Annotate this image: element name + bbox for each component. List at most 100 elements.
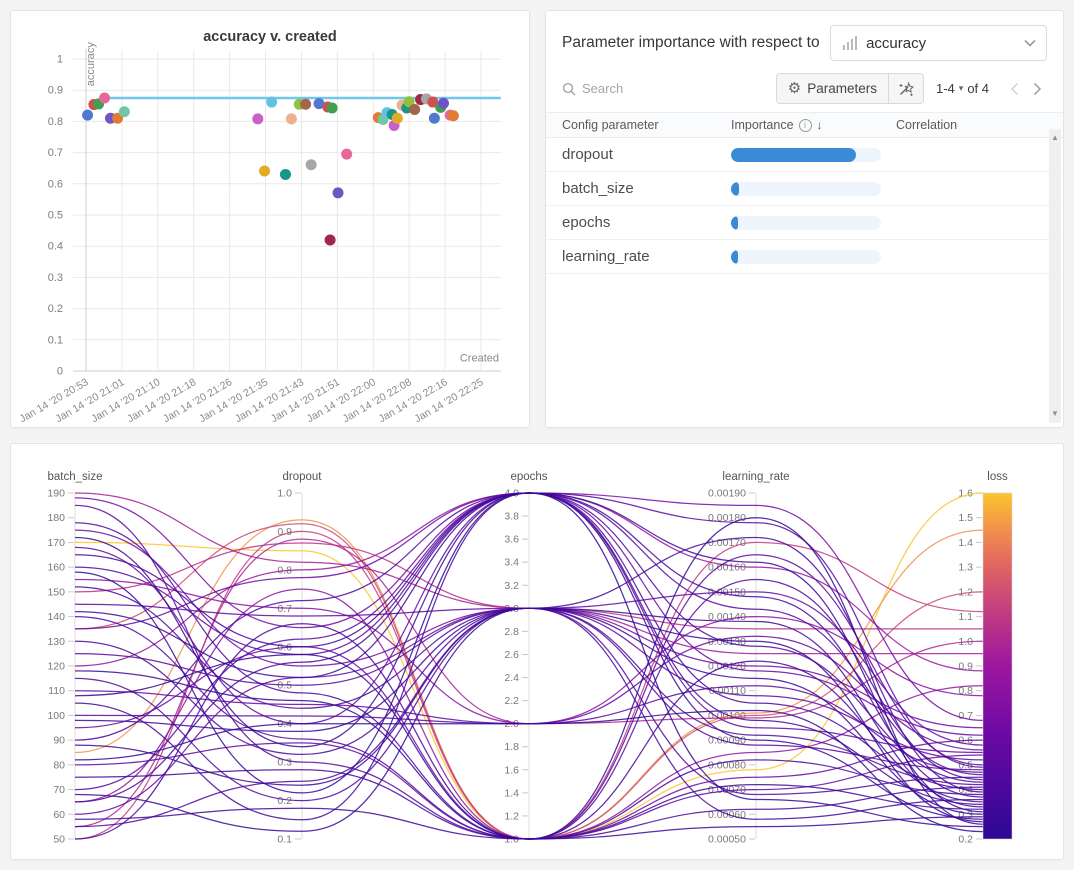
scatter-point[interactable]: [300, 99, 311, 110]
importance-bar: [731, 216, 881, 230]
scatter-point[interactable]: [252, 113, 263, 124]
svg-text:110: 110: [48, 685, 65, 697]
svg-text:0.3: 0.3: [48, 272, 63, 284]
svg-text:accuracy: accuracy: [85, 42, 97, 87]
importance-bar: [731, 148, 881, 162]
svg-text:0.1: 0.1: [277, 834, 292, 846]
search-input[interactable]: [582, 81, 692, 96]
scatter-point[interactable]: [327, 102, 338, 113]
scatter-point[interactable]: [82, 110, 93, 121]
svg-text:0.6: 0.6: [48, 178, 63, 190]
scatter-point[interactable]: [409, 104, 420, 115]
table-row[interactable]: dropout: [546, 138, 1063, 172]
importance-toolbar: ⚙ Parameters 1-4 ▾ of 4: [546, 71, 1063, 112]
svg-text:0.7: 0.7: [277, 603, 292, 615]
svg-text:0.8: 0.8: [48, 116, 63, 128]
svg-text:60: 60: [53, 809, 65, 821]
svg-text:0: 0: [57, 366, 63, 378]
table-row[interactable]: batch_size: [546, 172, 1063, 206]
scatter-point[interactable]: [325, 234, 336, 245]
svg-text:2.2: 2.2: [504, 695, 519, 707]
svg-text:2.4: 2.4: [504, 672, 519, 684]
svg-text:0.9: 0.9: [48, 85, 63, 97]
svg-text:1.5: 1.5: [958, 512, 973, 524]
scroll-up-icon[interactable]: ▲: [1049, 131, 1061, 145]
scatter-point[interactable]: [280, 169, 291, 180]
scatter-point[interactable]: [392, 113, 403, 124]
magic-wand-icon: [898, 81, 914, 97]
search-icon: [562, 82, 576, 96]
svg-text:1.4: 1.4: [504, 787, 519, 799]
info-icon[interactable]: i: [799, 119, 812, 132]
svg-text:0.2: 0.2: [48, 303, 63, 315]
page-range: 1-4: [936, 81, 955, 96]
svg-text:3.4: 3.4: [504, 557, 519, 569]
svg-text:120: 120: [47, 661, 65, 673]
config-parameter-name: batch_size: [546, 180, 731, 197]
sort-desc-icon[interactable]: ↓: [817, 118, 823, 132]
gear-icon: ⚙: [788, 81, 801, 96]
importance-bar: [731, 250, 881, 264]
scatter-point[interactable]: [438, 98, 449, 109]
next-page-chevron[interactable]: [1026, 82, 1049, 96]
svg-text:0.7: 0.7: [48, 147, 63, 159]
page-caret-icon: ▾: [959, 83, 964, 94]
svg-text:160: 160: [47, 562, 65, 574]
config-parameter-name: learning_rate: [546, 248, 731, 265]
importance-table-body: dropout batch_sizeepochs learning_rate: [546, 138, 1063, 274]
svg-text:1.2: 1.2: [504, 810, 519, 822]
svg-text:3.2: 3.2: [504, 580, 519, 592]
svg-text:learning_rate: learning_rate: [722, 471, 789, 483]
scatter-chart-panel: 10.90.80.70.60.50.40.30.20.10Jan 14 '20 …: [10, 10, 530, 428]
svg-text:100: 100: [47, 710, 65, 722]
table-row[interactable]: learning_rate: [546, 240, 1063, 274]
svg-text:0.2: 0.2: [958, 834, 973, 846]
importance-title: Parameter importance with respect to: [562, 34, 820, 52]
prev-page-chevron[interactable]: [1003, 82, 1026, 96]
svg-text:0.1: 0.1: [48, 334, 63, 346]
col-config-parameter: Config parameter: [546, 118, 731, 132]
svg-text:0.4: 0.4: [48, 241, 63, 253]
svg-text:190: 190: [47, 488, 65, 500]
scatter-point[interactable]: [266, 97, 277, 108]
scatter-point[interactable]: [429, 113, 440, 124]
scroll-down-icon[interactable]: ▼: [1049, 407, 1061, 421]
svg-text:130: 130: [47, 636, 65, 648]
scatter-point[interactable]: [259, 166, 270, 177]
parameters-button[interactable]: ⚙ Parameters: [776, 73, 889, 104]
toolbar-buttons: ⚙ Parameters: [776, 73, 924, 104]
col-importance[interactable]: Importance i ↓: [731, 118, 896, 132]
loss-colorbar[interactable]: [983, 493, 1012, 839]
svg-text:170: 170: [47, 537, 65, 549]
config-parameter-name: epochs: [546, 214, 731, 231]
importance-table-header: Config parameter Importance i ↓ Correlat…: [546, 112, 1063, 138]
metric-dropdown[interactable]: accuracy: [830, 25, 1047, 61]
svg-text:0.00080: 0.00080: [708, 759, 746, 771]
svg-text:140: 140: [47, 611, 65, 623]
svg-text:3.6: 3.6: [504, 534, 519, 546]
svg-text:accuracy v. created: accuracy v. created: [203, 29, 337, 45]
importance-header: Parameter importance with respect to acc…: [546, 11, 1063, 71]
svg-text:150: 150: [47, 586, 65, 598]
scatter-point[interactable]: [99, 93, 110, 104]
svg-text:1.0: 1.0: [277, 488, 292, 500]
config-parameter-name: dropout: [546, 146, 731, 163]
scatter-point[interactable]: [119, 106, 130, 117]
parallel-coordinates-chart[interactable]: 1901801701601501401301201101009080706050…: [11, 444, 1063, 859]
scatter-point[interactable]: [341, 149, 352, 160]
svg-text:0.00190: 0.00190: [708, 488, 746, 500]
scatter-point[interactable]: [333, 187, 344, 198]
svg-text:2.8: 2.8: [504, 626, 519, 638]
scatter-point[interactable]: [306, 159, 317, 170]
table-row[interactable]: epochs: [546, 206, 1063, 240]
chevron-down-icon: [1024, 39, 1036, 47]
parallel-coordinates-panel: 1901801701601501401301201101009080706050…: [10, 443, 1064, 860]
svg-text:1.3: 1.3: [958, 562, 973, 574]
accuracy-vs-created-chart[interactable]: 10.90.80.70.60.50.40.30.20.10Jan 14 '20 …: [11, 11, 529, 427]
svg-text:50: 50: [53, 834, 65, 846]
pagination-info[interactable]: 1-4 ▾ of 4: [936, 81, 989, 96]
scatter-point[interactable]: [286, 113, 297, 124]
magic-wand-button[interactable]: [889, 73, 924, 104]
scatter-point[interactable]: [448, 110, 459, 121]
table-scrollbar[interactable]: ▲ ▼: [1049, 129, 1061, 423]
